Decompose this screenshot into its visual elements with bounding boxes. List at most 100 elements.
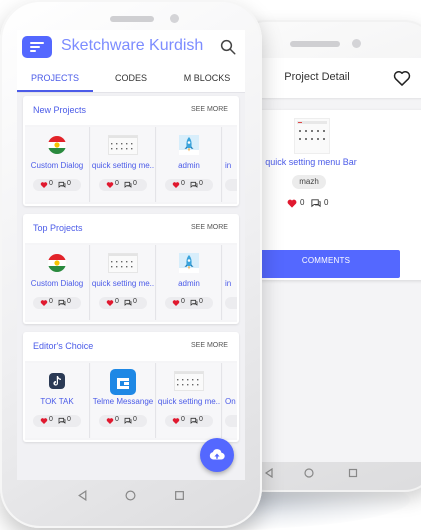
project-card[interactable]: quick setting me.. 0 0 bbox=[91, 245, 156, 320]
project-stats: 0 0 bbox=[99, 297, 147, 309]
comments-count: 0 bbox=[133, 298, 137, 305]
likes-count: 0 bbox=[181, 180, 185, 187]
menu-button[interactable] bbox=[22, 36, 52, 58]
detail-username-chip[interactable]: mazh bbox=[292, 175, 326, 189]
search-icon[interactable] bbox=[219, 38, 237, 56]
comment-icon bbox=[124, 181, 132, 188]
screenshot-thumbnail-icon bbox=[108, 253, 138, 273]
heart-icon bbox=[40, 418, 48, 424]
comments-count: 0 bbox=[133, 416, 137, 423]
project-card-partial[interactable]: in bbox=[223, 127, 237, 202]
see-more-link[interactable]: SEE MORE bbox=[191, 106, 228, 113]
tab-codes[interactable]: CODES bbox=[93, 64, 169, 92]
project-card-partial[interactable]: in bbox=[223, 245, 237, 320]
heart-icon bbox=[106, 300, 114, 306]
app-title: Sketchware Kurdish bbox=[61, 37, 204, 54]
active-tab-indicator bbox=[17, 90, 93, 92]
home-circle-icon[interactable] bbox=[125, 490, 136, 501]
heart-icon bbox=[40, 182, 48, 188]
detail-title: Project Detail bbox=[284, 71, 350, 83]
project-stats bbox=[225, 179, 237, 191]
telme-icon bbox=[110, 369, 136, 395]
section-top-projects: Top Projects SEE MORE Custom Dialog 0 0 bbox=[23, 214, 239, 324]
project-card[interactable]: quick setting me.. 0 0 bbox=[157, 363, 222, 438]
comments-count: 0 bbox=[199, 180, 203, 187]
speaker-grille bbox=[290, 41, 340, 47]
project-card[interactable]: quick setting me.. 0 0 bbox=[91, 127, 156, 202]
project-name: in bbox=[225, 161, 232, 170]
project-name: quick setting me.. bbox=[157, 397, 221, 406]
likes-count: 0 bbox=[49, 180, 53, 187]
project-name: On bbox=[225, 397, 236, 406]
recent-square-icon[interactable] bbox=[348, 468, 358, 478]
project-stats: 0 0 bbox=[99, 415, 147, 427]
project-stats: 0 0 bbox=[165, 415, 213, 427]
recent-square-icon[interactable] bbox=[174, 490, 185, 501]
project-stats: 0 0 bbox=[33, 415, 81, 427]
screenshot-thumbnail-icon bbox=[108, 135, 138, 155]
project-name: TOK TAK bbox=[40, 397, 74, 406]
front-phone: Sketchware Kurdish PROJECTS CODES M BLOC… bbox=[0, 0, 262, 528]
project-name: Telme Messange bbox=[92, 397, 154, 406]
project-name: quick setting me.. bbox=[91, 279, 155, 288]
app-bar: Sketchware Kurdish bbox=[17, 30, 245, 64]
heart-icon bbox=[172, 300, 180, 306]
comments-count: 0 bbox=[199, 298, 203, 305]
detail-likes-count: 0 bbox=[300, 198, 305, 207]
upload-icon bbox=[209, 449, 225, 460]
back-triangle-icon[interactable] bbox=[77, 490, 88, 501]
detail-header: Project Detail bbox=[252, 58, 421, 98]
likes-count: 0 bbox=[115, 180, 119, 187]
likes-count: 0 bbox=[115, 416, 119, 423]
project-stats bbox=[225, 297, 237, 309]
project-stats: 0 0 bbox=[33, 297, 81, 309]
project-name: quick setting me.. bbox=[91, 161, 155, 170]
project-name: admin bbox=[178, 279, 200, 288]
project-card[interactable]: Custom Dialog 0 0 bbox=[25, 127, 90, 202]
menu-icon bbox=[30, 42, 44, 44]
project-name: in bbox=[225, 279, 232, 288]
see-more-link[interactable]: SEE MORE bbox=[191, 224, 228, 231]
home-circle-icon[interactable] bbox=[304, 468, 314, 478]
see-more-link[interactable]: SEE MORE bbox=[191, 342, 228, 349]
comment-icon bbox=[58, 299, 66, 306]
comment-icon bbox=[58, 417, 66, 424]
comments-count: 0 bbox=[67, 416, 71, 423]
upload-fab-button[interactable] bbox=[200, 438, 234, 472]
comments-count: 0 bbox=[133, 180, 137, 187]
comments-count: 0 bbox=[67, 180, 71, 187]
comments-count: 0 bbox=[199, 416, 203, 423]
heart-icon bbox=[106, 182, 114, 188]
tab-bar: PROJECTS CODES M BLOCKS bbox=[17, 64, 245, 93]
project-list: TOK TAK 0 0 Telme Messange 0 0 quick set… bbox=[25, 361, 237, 440]
menu-icon-line bbox=[30, 46, 40, 48]
comment-icon bbox=[311, 199, 321, 208]
project-card[interactable]: admin 0 0 bbox=[157, 245, 222, 320]
project-card-partial[interactable]: On bbox=[223, 363, 237, 438]
speaker-grille bbox=[110, 16, 154, 22]
project-card[interactable]: Custom Dialog 0 0 bbox=[25, 245, 90, 320]
tab-projects[interactable]: PROJECTS bbox=[17, 64, 93, 92]
project-list: Custom Dialog 0 0 quick setting me.. 0 0… bbox=[25, 243, 237, 322]
comment-icon bbox=[190, 417, 198, 424]
project-name: Custom Dialog bbox=[30, 279, 84, 288]
project-card[interactable]: Telme Messange 0 0 bbox=[91, 363, 156, 438]
heart-outline-icon[interactable] bbox=[392, 68, 412, 88]
project-card[interactable]: admin 0 0 bbox=[157, 127, 222, 202]
project-card[interactable]: TOK TAK 0 0 bbox=[25, 363, 90, 438]
kurdistan-flag-icon bbox=[48, 136, 66, 154]
comments-button[interactable]: COMMENTS bbox=[252, 250, 400, 272]
back-triangle-icon[interactable] bbox=[264, 468, 274, 478]
comment-icon bbox=[124, 299, 132, 306]
comment-icon bbox=[190, 181, 198, 188]
front-camera bbox=[352, 39, 361, 48]
project-stats: 0 0 bbox=[99, 179, 147, 191]
section-title: Editor's Choice bbox=[33, 341, 94, 351]
likes-count: 0 bbox=[49, 298, 53, 305]
section-title: New Projects bbox=[33, 105, 87, 115]
likes-count: 0 bbox=[49, 416, 53, 423]
project-stats: 0 0 bbox=[165, 297, 213, 309]
tab-m-blocks[interactable]: M BLOCKS bbox=[169, 64, 245, 92]
detail-stats: 0 0 bbox=[286, 197, 346, 209]
front-camera bbox=[170, 14, 179, 23]
